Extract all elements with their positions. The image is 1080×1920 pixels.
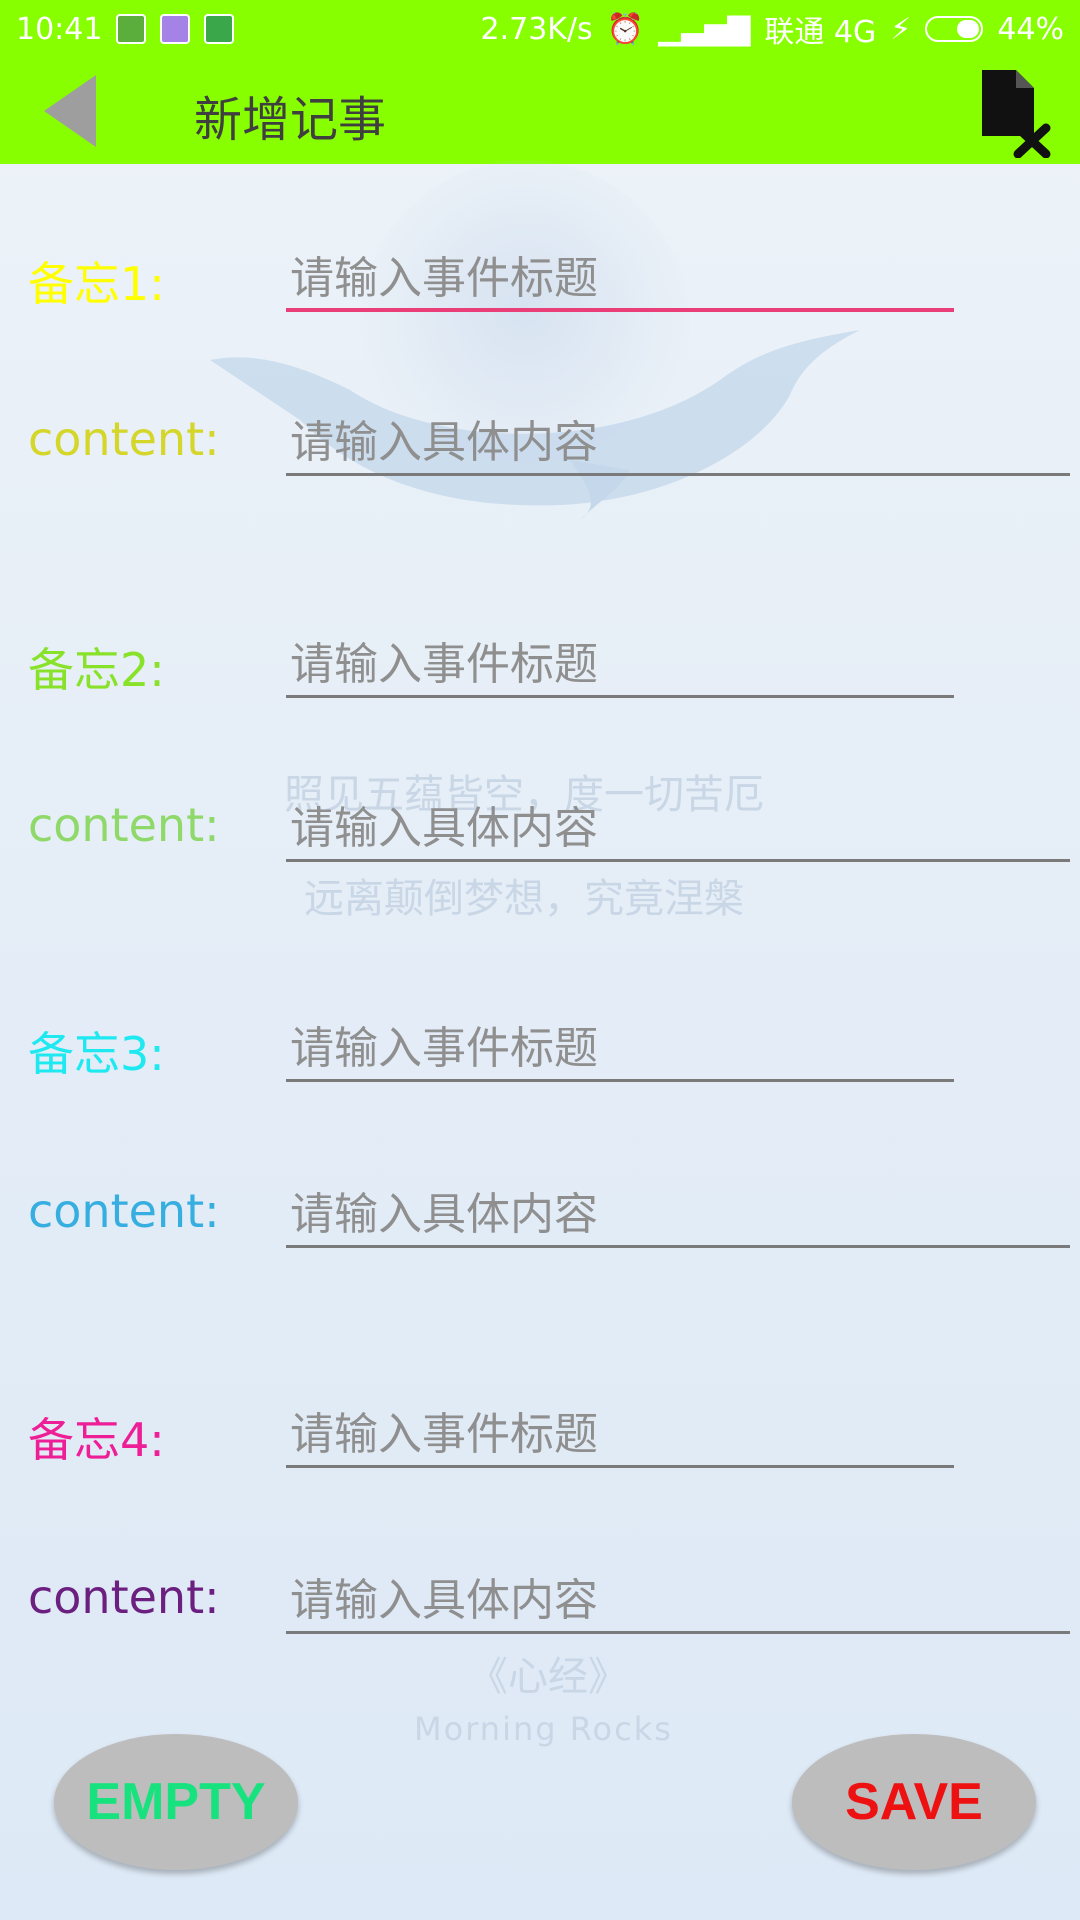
memo-2-content-input[interactable] bbox=[286, 798, 1070, 862]
memo-1-title-input[interactable] bbox=[286, 248, 954, 312]
status-time: 10:41 bbox=[16, 11, 103, 47]
empty-button[interactable]: EMPTY bbox=[54, 1734, 298, 1870]
charging-icon: ⚡ bbox=[890, 11, 912, 47]
memo-3-content-input[interactable] bbox=[286, 1184, 1070, 1248]
poem-author: Morning Rocks bbox=[414, 1710, 673, 1748]
memo-1-content-input[interactable] bbox=[286, 412, 1070, 476]
delete-file-icon bbox=[982, 70, 1051, 159]
memo-4-content-input[interactable] bbox=[286, 1570, 1070, 1634]
whale-illustration bbox=[210, 330, 860, 520]
poem-line-2: 远离颠倒梦想，究竟涅槃 bbox=[304, 876, 744, 922]
back-arrow-icon bbox=[44, 75, 96, 147]
memo-1-content-label: content: bbox=[28, 412, 220, 466]
memo-3-title-input[interactable] bbox=[286, 1018, 954, 1082]
memo-2-title-input[interactable] bbox=[286, 634, 954, 698]
battery-percent: 44% bbox=[997, 11, 1064, 47]
memo-3-content-label: content: bbox=[28, 1184, 220, 1238]
memo-1-label: 备忘1: bbox=[28, 257, 165, 311]
memo-4-content-label: content: bbox=[28, 1570, 220, 1624]
app-notification-icon bbox=[160, 14, 191, 44]
alarm-icon: ⏰ bbox=[606, 11, 645, 47]
robot-app-icon bbox=[204, 14, 235, 44]
memo-4-title-input[interactable] bbox=[286, 1404, 954, 1468]
carrier-label: 联通 4G bbox=[764, 15, 877, 50]
back-button[interactable] bbox=[30, 66, 110, 156]
memo-4-label: 备忘4: bbox=[28, 1413, 165, 1467]
app-bar: 新增记事 bbox=[0, 58, 1080, 164]
save-button[interactable]: SAVE bbox=[792, 1734, 1036, 1870]
battery-icon bbox=[925, 16, 984, 42]
memo-2-content-label: content: bbox=[28, 798, 220, 852]
sim-app-icon bbox=[116, 14, 147, 44]
poem-source: 《心经》 bbox=[468, 1654, 628, 1700]
delete-file-button[interactable] bbox=[968, 66, 1054, 159]
page-title: 新增记事 bbox=[194, 92, 387, 148]
signal-icon: ▁▃▅▇ bbox=[658, 11, 751, 47]
memo-3-label: 备忘3: bbox=[28, 1027, 165, 1081]
net-speed: 2.73K/s bbox=[480, 11, 593, 47]
memo-2-label: 备忘2: bbox=[28, 643, 165, 697]
status-bar: 10:41 2.73K/s ⏰ ▁▃▅▇ 联通 4G ⚡ 44% bbox=[0, 0, 1080, 58]
